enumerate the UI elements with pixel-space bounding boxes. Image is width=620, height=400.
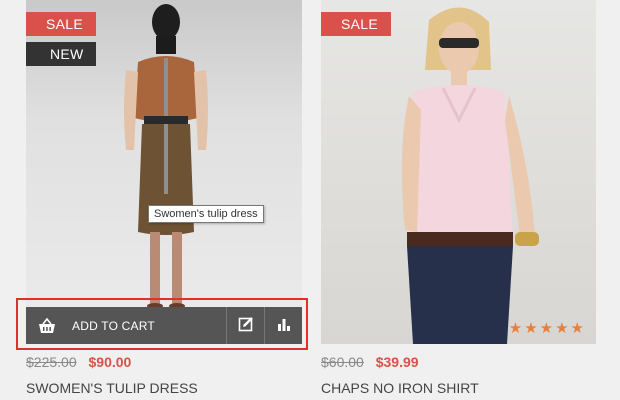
star-icon: ★ — [555, 320, 569, 337]
product-name-link[interactable]: CHAPS NO IRON SHIRT — [321, 380, 596, 396]
product-image[interactable]: SALE ★ ★ ★ ★ ★ — [321, 0, 596, 344]
star-icon: ★ — [508, 320, 523, 337]
product-name-tooltip: Swomen's tulip dress — [148, 205, 264, 223]
star-icon: ★ — [524, 320, 538, 337]
product-image[interactable]: SALE NEW Swomen's tulip dress ADD TO CAR… — [26, 0, 302, 344]
price-block: $225.00 $90.00 — [26, 354, 302, 370]
product-name-link[interactable]: SWOMEN'S TULIP DRESS — [26, 380, 302, 396]
sale-badge: SALE — [321, 12, 391, 36]
sale-price: $90.00 — [88, 354, 132, 370]
sale-badge: SALE — [26, 12, 96, 36]
sale-price: $39.99 — [375, 354, 419, 370]
bar-chart-icon — [277, 317, 291, 336]
star-icon: ★ — [539, 320, 554, 337]
star-icon: ★ — [570, 320, 584, 337]
rating-stars: ★ ★ ★ ★ ★ — [509, 321, 584, 336]
product-photo-shirt — [401, 7, 539, 344]
product-card-1: SALE NEW Swomen's tulip dress ADD TO CAR… — [26, 0, 302, 396]
old-price: $60.00 — [321, 354, 364, 370]
product-card-2: SALE ★ ★ ★ ★ ★ $60.00 $39.99 CHAPS NO IR… — [321, 0, 596, 396]
compare-button[interactable] — [264, 307, 302, 344]
old-price: $225.00 — [26, 354, 77, 370]
new-badge: NEW — [26, 42, 96, 66]
add-to-cart-label: ADD TO CART — [72, 319, 155, 333]
edit-icon — [238, 316, 254, 337]
product-action-bar: ADD TO CART — [26, 307, 302, 344]
add-to-cart-button[interactable]: ADD TO CART — [26, 307, 226, 344]
price-block: $60.00 $39.99 — [321, 354, 596, 370]
basket-icon — [38, 318, 60, 334]
wishlist-button[interactable] — [226, 307, 264, 344]
